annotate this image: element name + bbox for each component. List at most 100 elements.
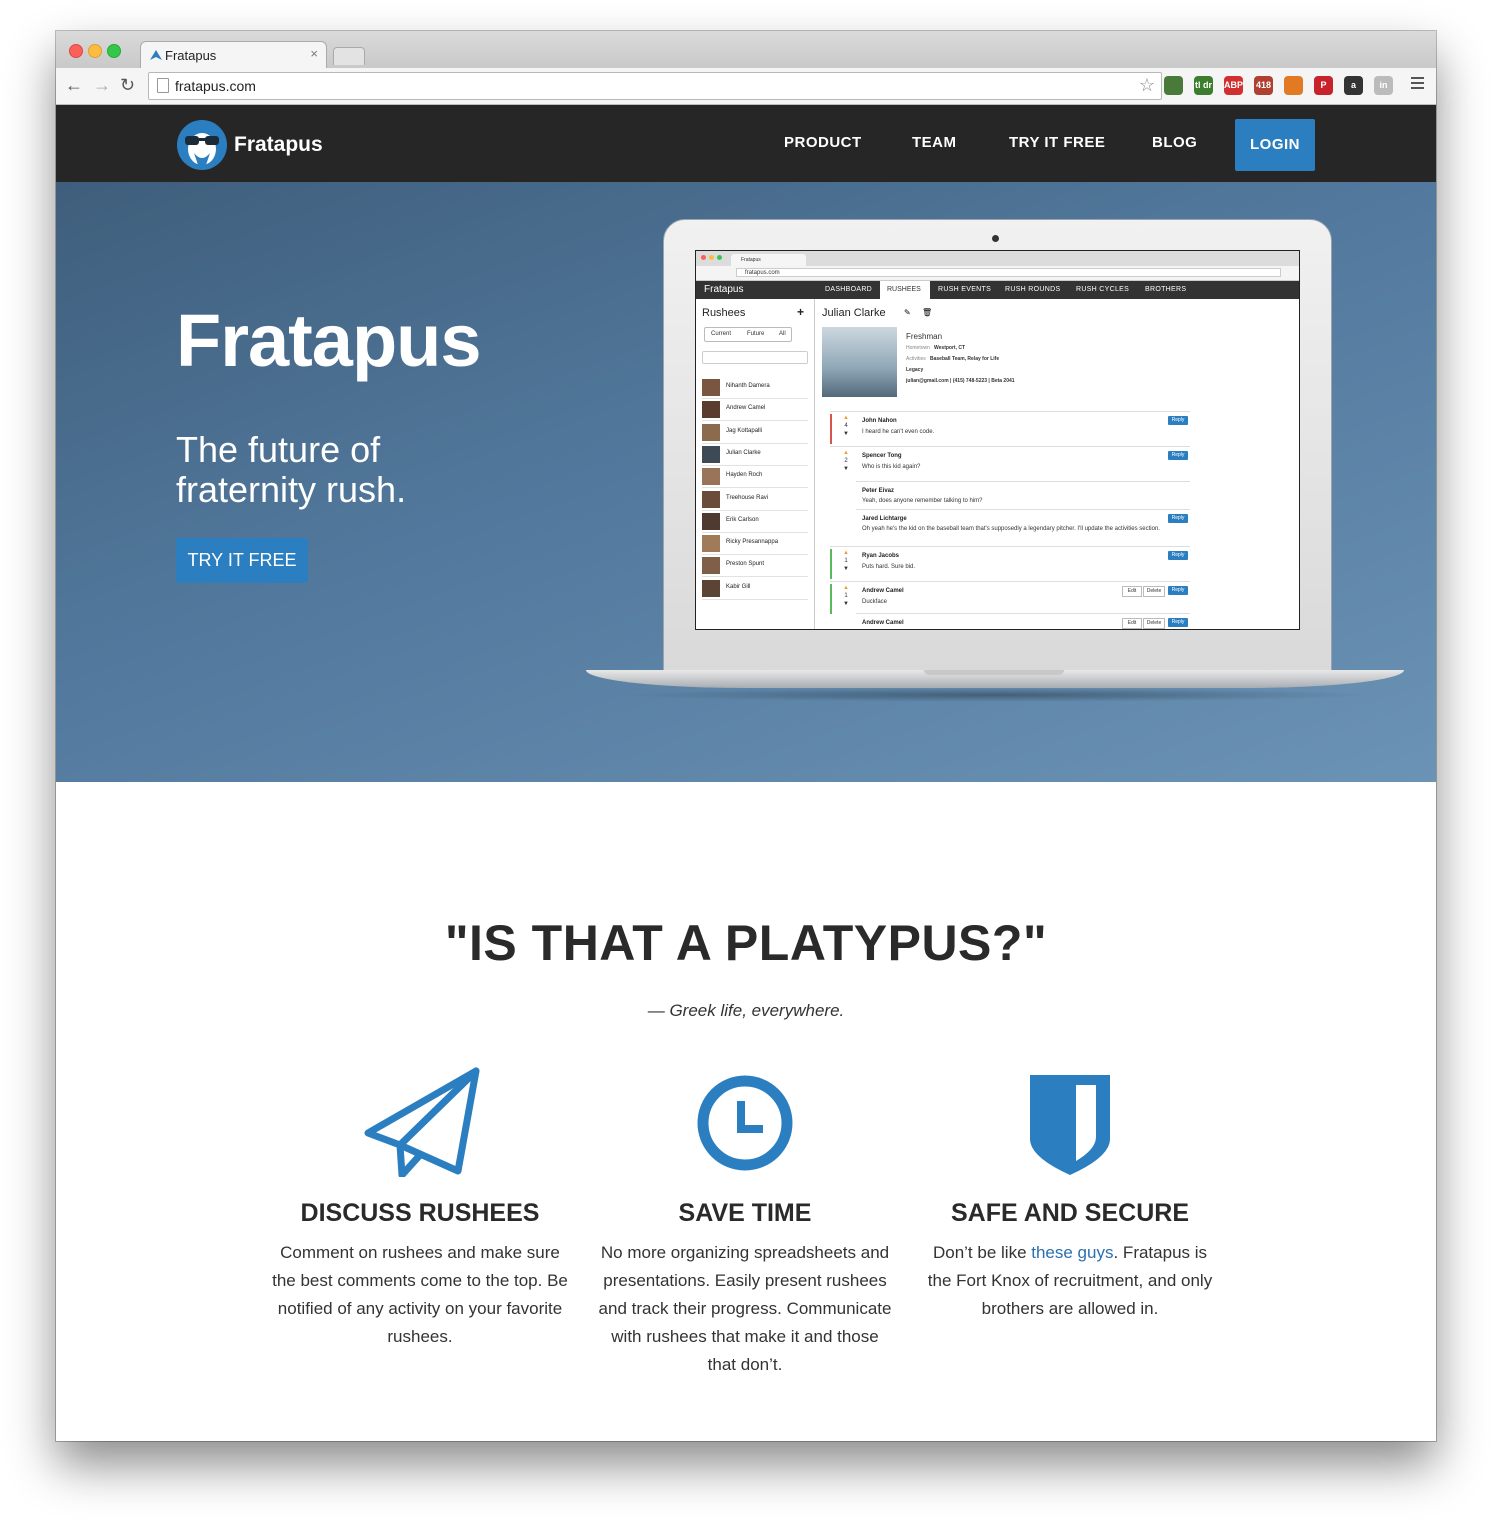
screen-max-dot bbox=[717, 255, 722, 260]
page-icon bbox=[157, 78, 169, 93]
minimize-window-button[interactable] bbox=[88, 44, 102, 58]
screen-rushee-name: Ricky Presannappa bbox=[726, 539, 779, 546]
nav-product[interactable]: PRODUCT bbox=[784, 134, 862, 151]
browser-menu-icon[interactable] bbox=[1411, 77, 1424, 92]
back-icon[interactable]: ← bbox=[65, 75, 83, 95]
screen-nav-brothers: BROTHERS bbox=[1145, 286, 1187, 293]
tab-close-icon[interactable]: × bbox=[310, 46, 318, 61]
nav-try-it-free[interactable]: TRY IT FREE bbox=[1009, 134, 1105, 151]
screen-comment-text: Duckface bbox=[862, 599, 888, 605]
screen-reply-button: Reply bbox=[1168, 551, 1188, 560]
screen-comment: Peter Eivaz Yeah, does anyone remember ta… bbox=[856, 481, 1190, 514]
close-window-button[interactable] bbox=[69, 44, 83, 58]
vote-count: 1 bbox=[844, 593, 848, 599]
browser-toolbar: ← → ↻ fratapus.com ☆ tl dr ABP 418 Pa in bbox=[56, 68, 1436, 105]
amazon-extension-icon[interactable]: a bbox=[1344, 76, 1363, 95]
pinterest-extension-icon[interactable]: P bbox=[1314, 76, 1333, 95]
site-logo-text: Fratapus bbox=[234, 133, 323, 156]
upvote-icon: ▲ bbox=[843, 450, 849, 456]
screen-rushee-avatar bbox=[702, 490, 720, 508]
screen-rushee-row: Treehouse Ravi bbox=[702, 489, 808, 511]
upvote-icon: ▲ bbox=[843, 585, 849, 591]
vote-count: 2 bbox=[844, 458, 848, 464]
screen-delete-button: Delete bbox=[1143, 586, 1165, 597]
screen-comment-author: Spencer Tong bbox=[862, 453, 902, 459]
screen-close-dot bbox=[701, 255, 706, 260]
laptop-camera bbox=[992, 235, 999, 242]
site-logo[interactable]: Fratapus bbox=[176, 119, 376, 171]
fire-extension-icon[interactable] bbox=[1284, 76, 1303, 95]
site-navbar: Fratapus PRODUCT TEAM TRY IT FREE BLOG L… bbox=[56, 105, 1436, 182]
git-extension-icon[interactable]: 418 bbox=[1254, 76, 1273, 95]
screen-rushee-avatar bbox=[702, 445, 720, 463]
screen-comment-votes: ▲ 2 ▼ bbox=[842, 449, 850, 473]
screen-hometown: Westport, CT bbox=[934, 345, 966, 351]
hero-title: Fratapus bbox=[176, 299, 482, 382]
screen-comment-bar bbox=[830, 584, 832, 614]
screen-legacy: Legacy bbox=[906, 367, 924, 373]
reload-icon[interactable]: ↻ bbox=[120, 75, 135, 95]
screen-edit-button: Edit bbox=[1122, 618, 1142, 629]
browser-tab[interactable]: Fratapus × bbox=[140, 41, 327, 70]
screen-activities-label: Activities bbox=[906, 356, 926, 362]
screen-edit-icon: ✎ bbox=[904, 308, 911, 317]
address-bar-url: fratapus.com bbox=[175, 78, 256, 94]
nav-blog[interactable]: BLOG bbox=[1152, 134, 1197, 151]
downvote-icon: ▼ bbox=[843, 431, 849, 437]
hero-try-it-free-button[interactable]: TRY IT FREE bbox=[176, 538, 308, 583]
screen-delete-button: Delete bbox=[1143, 618, 1165, 629]
screen-comment-text: I heard he can't even code. bbox=[862, 429, 935, 435]
screen-rushee-row: Nihanth Damera bbox=[702, 377, 808, 399]
eyedropper-extension-icon[interactable] bbox=[1164, 76, 1183, 95]
hero-subtitle: The future of fraternity rush. bbox=[176, 429, 407, 510]
screen-rushee-name: Julian Clarke bbox=[726, 449, 761, 456]
screen-activities: Baseball Team, Relay for Life bbox=[930, 356, 1000, 362]
screen-rushee-avatar bbox=[702, 579, 720, 597]
screen-rushee-avatar bbox=[702, 557, 720, 575]
screen-main: Julian Clarke ✎ 🗑 Freshman Hometown West… bbox=[822, 299, 1292, 629]
screen-comment: ▲ 1 ▼ Andrew Camel Duckface Reply Edit Delete bbox=[830, 581, 1190, 616]
bookmark-star-icon[interactable]: ☆ bbox=[1139, 75, 1155, 96]
screen-rushee-avatar bbox=[702, 379, 720, 396]
screen-rushee-name: Andrew Camel bbox=[726, 405, 766, 412]
downvote-icon: ▼ bbox=[843, 601, 849, 607]
maximize-window-button[interactable] bbox=[107, 44, 121, 58]
screen-comment-bar bbox=[830, 549, 832, 579]
screen-reply-button: Reply bbox=[1168, 514, 1188, 523]
screen-tab-bar: Fratapus bbox=[696, 251, 1299, 266]
screen-comment-author: John Nahon bbox=[862, 418, 897, 424]
laptop-base bbox=[586, 670, 1404, 688]
login-button[interactable]: LOGIN bbox=[1235, 119, 1315, 171]
screen-rushee-row: Julian Clarke bbox=[702, 444, 808, 466]
screen-rushee-name: Treehouse Ravi bbox=[726, 494, 769, 501]
screen-nav-rush-rounds: RUSH ROUNDS bbox=[1005, 286, 1061, 293]
screen-reply-button: Reply bbox=[1168, 618, 1188, 627]
forward-icon[interactable]: → bbox=[93, 75, 111, 95]
nav-team[interactable]: TEAM bbox=[912, 134, 957, 151]
screen-trash-icon: 🗑 bbox=[922, 308, 933, 317]
screen-navbar: Fratapus DASHBOARD RUSHEES RUSH EVENTS R… bbox=[696, 281, 1299, 299]
screen-filter-current: Current bbox=[711, 331, 732, 337]
screen-toolbar: fratapus.com bbox=[696, 266, 1299, 281]
screen-sidebar: Rushees + Current Future All Nihanth Dam… bbox=[696, 299, 815, 629]
screen-sidebar-title: Rushees bbox=[702, 307, 746, 319]
address-bar[interactable]: fratapus.com ☆ bbox=[148, 72, 1162, 100]
screen-rushee-row: Preston Spunt bbox=[702, 555, 808, 578]
screen-comment-text: Oh yeah he's the kid on the baseball tea… bbox=[862, 526, 1160, 532]
feature-description: No more organizing spreadsheets and pres… bbox=[598, 1243, 892, 1374]
linkedin-extension-icon[interactable]: in bbox=[1374, 76, 1393, 95]
screen-reply-button: Reply bbox=[1168, 586, 1188, 595]
new-tab-button[interactable] bbox=[333, 47, 365, 65]
screen-reply-button: Reply bbox=[1168, 451, 1188, 460]
feature-description: Don’t be like these guys. Fratapus is th… bbox=[920, 1239, 1220, 1323]
screen-rushee-row: Erik Carlson bbox=[702, 511, 808, 533]
screen-rushee-name: Preston Spunt bbox=[726, 561, 765, 568]
quote-attribution: — Greek life, everywhere. bbox=[647, 1001, 845, 1020]
abp-extension-icon[interactable]: ABP bbox=[1224, 76, 1243, 95]
these-guys-link[interactable]: these guys bbox=[1031, 1243, 1113, 1262]
screen-comment: ▲ 2 ▼ Spencer Tong Who is this kid again? Rep… bbox=[830, 446, 1190, 481]
screen-comment-votes: ▲ 1 ▼ bbox=[842, 584, 850, 608]
screen-comment: Andrew Camel Reply Edit Delete bbox=[856, 613, 1190, 629]
tldr-extension-icon[interactable]: tl dr bbox=[1194, 76, 1213, 95]
screen-comment-text: Puts hard. Sure bid. bbox=[862, 564, 916, 570]
